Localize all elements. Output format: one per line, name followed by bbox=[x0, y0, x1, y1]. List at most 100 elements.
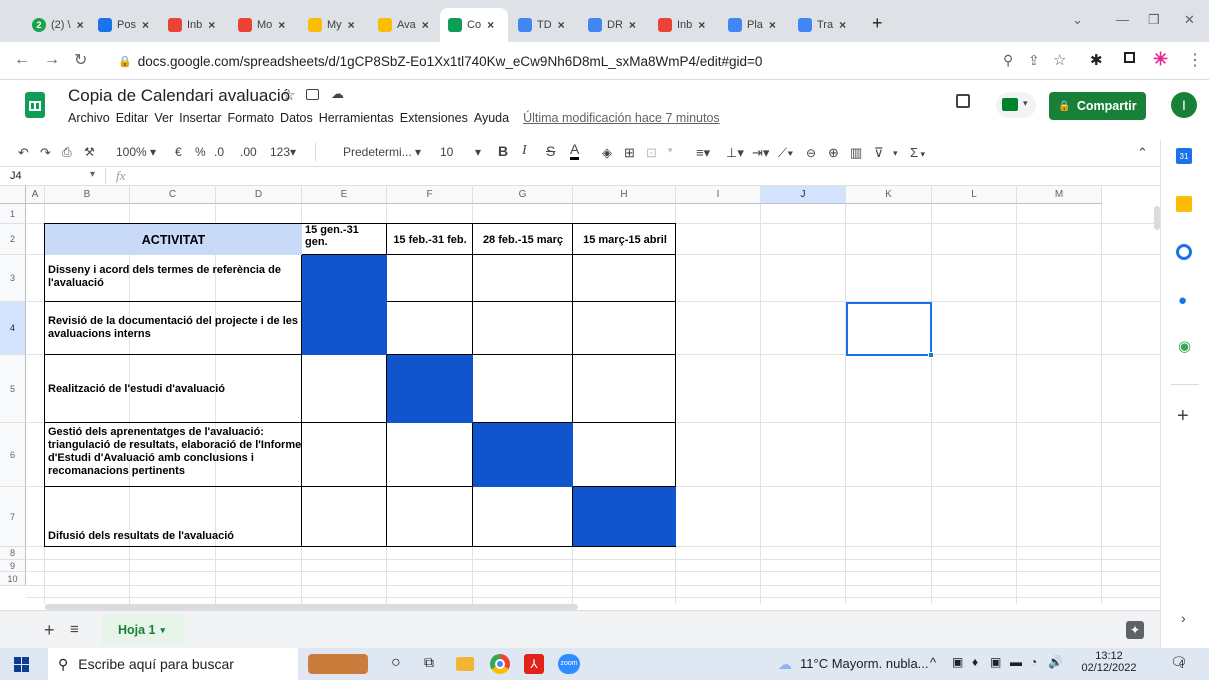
document-title[interactable]: Copia de Calendari avaluació bbox=[68, 86, 290, 106]
close-tab-icon[interactable]: × bbox=[208, 18, 215, 32]
text-rotate-icon[interactable]: ⟋▾ bbox=[778, 145, 793, 161]
schedule-block-4[interactable] bbox=[473, 423, 573, 487]
filter-icon[interactable]: ⊽ bbox=[874, 145, 884, 161]
period-header-3[interactable]: 28 feb.-15 març bbox=[473, 234, 573, 247]
menu-editar[interactable]: Editar bbox=[116, 111, 149, 125]
activity-1[interactable]: Disseny i acord dels termes de referènci… bbox=[48, 264, 302, 290]
close-tab-icon[interactable]: × bbox=[487, 18, 494, 32]
row-header[interactable]: 3 bbox=[0, 255, 26, 302]
browser-tab[interactable]: Mo × bbox=[230, 8, 298, 42]
decrease-decimals-button[interactable]: .0 bbox=[214, 145, 224, 159]
forward-icon[interactable]: → bbox=[44, 51, 60, 69]
column-header[interactable]: K bbox=[846, 186, 932, 204]
zoom-app-icon[interactable]: zoom bbox=[558, 654, 580, 674]
browser-tab[interactable]: Tra × bbox=[790, 8, 858, 42]
schedule-block-5[interactable] bbox=[573, 487, 676, 546]
browser-tab[interactable]: 2 (2) \ × bbox=[24, 8, 92, 42]
period-header-2[interactable]: 15 feb.-31 feb. bbox=[388, 234, 472, 247]
weather-text[interactable]: 11°C Mayorm. nubla... bbox=[800, 656, 929, 671]
menu-archivo[interactable]: Archivo bbox=[68, 111, 110, 125]
task-view-icon[interactable]: ⧉ bbox=[424, 654, 434, 671]
explore-icon[interactable]: ✦ bbox=[1126, 621, 1144, 639]
menu-datos[interactable]: Datos bbox=[280, 111, 313, 125]
all-sheets-icon[interactable]: ≡ bbox=[70, 621, 79, 638]
row-header[interactable]: 5 bbox=[0, 355, 26, 423]
address-bar[interactable]: 🔒 docs.google.com/spreadsheets/d/1gCP8Sb… bbox=[110, 47, 980, 75]
column-header[interactable]: C bbox=[130, 186, 216, 204]
tasks-icon[interactable] bbox=[1176, 244, 1192, 260]
close-tab-icon[interactable]: × bbox=[422, 18, 429, 32]
close-tab-icon[interactable]: × bbox=[77, 18, 84, 32]
browser-tab[interactable]: DR × bbox=[580, 8, 648, 42]
close-tab-icon[interactable]: × bbox=[698, 18, 705, 32]
extensions-puzzle-icon[interactable]: ✱ bbox=[1090, 51, 1103, 69]
close-tab-icon[interactable]: × bbox=[348, 18, 355, 32]
formula-input[interactable] bbox=[150, 169, 1150, 184]
text-wrap-icon[interactable]: ⇥▾ bbox=[752, 145, 769, 161]
row-header[interactable]: 1 bbox=[0, 204, 26, 224]
name-box[interactable]: J4 bbox=[10, 170, 22, 182]
increase-decimals-button[interactable]: .00 bbox=[240, 145, 257, 159]
sheet-tab-hoja-1[interactable]: Hoja 1 ▾ bbox=[102, 615, 184, 645]
print-icon[interactable]: ⎙ bbox=[62, 145, 72, 160]
star-icon[interactable]: ☆ bbox=[282, 86, 295, 104]
browser-tab[interactable]: Inb × bbox=[160, 8, 228, 42]
row-header[interactable]: 2 bbox=[0, 224, 26, 255]
column-header[interactable]: B bbox=[45, 186, 130, 204]
tray-app-icon[interactable]: ▣ bbox=[952, 655, 963, 669]
sheets-logo-icon[interactable] bbox=[25, 92, 45, 118]
comments-icon[interactable] bbox=[956, 94, 970, 108]
menu-insertar[interactable]: Insertar bbox=[179, 111, 221, 125]
calendar-icon[interactable]: 31 bbox=[1176, 148, 1192, 164]
font-size-chevron-icon[interactable]: ▾ bbox=[475, 145, 481, 159]
back-icon[interactable]: ← bbox=[14, 51, 30, 69]
schedule-block-3[interactable] bbox=[387, 355, 473, 423]
close-window-icon[interactable]: ✕ bbox=[1184, 12, 1195, 28]
reload-icon[interactable]: ↻ bbox=[74, 50, 87, 70]
merge-cells-icon[interactable]: ⊡ bbox=[646, 145, 657, 161]
tray-meet-icon[interactable]: ▣ bbox=[990, 655, 1001, 669]
align-horizontal-icon[interactable]: ≡▾ bbox=[696, 145, 710, 161]
contacts-icon[interactable]: ● bbox=[1178, 292, 1187, 309]
menu-extensiones[interactable]: Extensiones bbox=[400, 111, 468, 125]
filter-chevron-icon[interactable]: ▾ bbox=[893, 148, 898, 159]
column-header[interactable]: J bbox=[761, 186, 846, 204]
zoom-select[interactable]: 100% ▾ bbox=[116, 145, 156, 159]
row-header[interactable]: 6 bbox=[0, 423, 26, 487]
activitat-header[interactable]: ACTIVITAT bbox=[45, 231, 302, 248]
font-select[interactable]: Predetermi... ▾ bbox=[343, 145, 421, 159]
insert-comment-icon[interactable]: ⊕ bbox=[828, 145, 839, 161]
zoom-search-icon[interactable]: ⚲ bbox=[1003, 52, 1013, 69]
currency-button[interactable]: € bbox=[175, 145, 182, 159]
taskbar-search[interactable]: ⚲ Escribe aquí para buscar bbox=[48, 648, 298, 680]
align-vertical-icon[interactable]: ⊥▾ bbox=[726, 145, 744, 161]
meet-button[interactable]: ▾ bbox=[996, 92, 1036, 118]
close-tab-icon[interactable]: × bbox=[839, 18, 846, 32]
browser-tab[interactable]: TD × bbox=[510, 8, 578, 42]
browser-tab[interactable]: Ava × bbox=[370, 8, 438, 42]
number-format-select[interactable]: 123▾ bbox=[270, 145, 296, 159]
chrome-icon[interactable] bbox=[490, 654, 510, 674]
menu-formato[interactable]: Formato bbox=[228, 111, 275, 125]
row-header[interactable]: 9 bbox=[0, 560, 26, 572]
maps-icon[interactable]: ◉ bbox=[1178, 337, 1191, 355]
schedule-block-1-2[interactable] bbox=[302, 255, 387, 355]
tab-search-icon[interactable]: ⌄ bbox=[1072, 12, 1083, 28]
insert-link-icon[interactable]: ⊖ bbox=[806, 146, 816, 160]
file-explorer-icon[interactable] bbox=[456, 657, 474, 671]
avatar[interactable]: I bbox=[1171, 92, 1197, 118]
restore-icon[interactable]: ❐ bbox=[1148, 12, 1160, 28]
clock[interactable]: 13:12 02/12/2022 bbox=[1078, 650, 1140, 680]
close-tab-icon[interactable]: × bbox=[769, 18, 776, 32]
column-header[interactable]: D bbox=[216, 186, 302, 204]
period-header-1[interactable]: 15 gen.-31 gen. bbox=[305, 224, 383, 248]
close-tab-icon[interactable]: × bbox=[558, 18, 565, 32]
weather-icon[interactable]: ☁ bbox=[778, 656, 792, 673]
column-header[interactable]: L bbox=[932, 186, 1017, 204]
expand-panel-icon[interactable]: › bbox=[1181, 610, 1186, 626]
column-header[interactable]: M bbox=[1017, 186, 1102, 204]
browser-tab[interactable]: Pla × bbox=[720, 8, 788, 42]
column-header[interactable]: I bbox=[676, 186, 761, 204]
italic-button[interactable]: I bbox=[522, 143, 527, 159]
browser-tab[interactable]: Pos × bbox=[90, 8, 158, 42]
